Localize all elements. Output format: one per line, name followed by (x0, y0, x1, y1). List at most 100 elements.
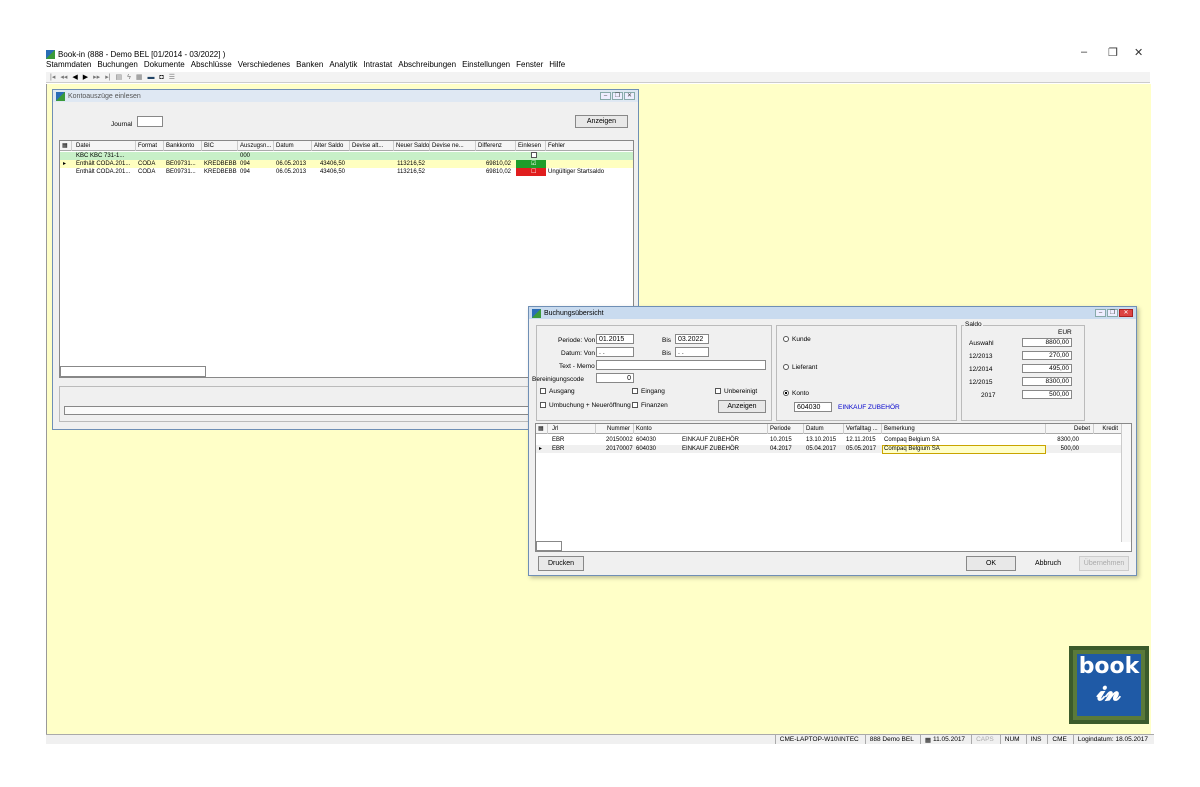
column-header[interactable]: Datum (274, 141, 312, 151)
column-header[interactable]: Neuer Saldo (394, 141, 430, 151)
bereinigungscode-input[interactable]: 0 (596, 373, 634, 383)
anzeigen-button[interactable]: Anzeigen (575, 115, 628, 128)
menu-item-10[interactable]: Fenster (516, 60, 543, 72)
drucken-button[interactable]: Drucken (538, 556, 584, 571)
datum-bis-input[interactable]: . . (675, 347, 709, 357)
menu-item-4[interactable]: Verschiedenes (238, 60, 290, 72)
cell-differenz: 69810,02 (485, 169, 511, 175)
einlesen-error-checkbox[interactable]: ☐ (516, 168, 546, 176)
menu-item-0[interactable]: Stammdaten (46, 60, 91, 72)
column-header[interactable]: Format (136, 141, 164, 151)
vertical-scrollbar[interactable] (1121, 424, 1131, 542)
column-header[interactable]: Einlesen (516, 141, 546, 151)
window-close-icon[interactable]: ✕ (1119, 309, 1133, 317)
list-icon[interactable]: ☰ (169, 73, 175, 81)
monitor-icon[interactable]: ▬ (148, 74, 155, 81)
table-row[interactable]: EBR 20150002 604030 EINKAUF ZUBEHÖR 10.2015 1… (536, 436, 1131, 444)
menu-item-8[interactable]: Abschreibungen (398, 60, 456, 72)
table-row[interactable]: KBC KBC 731-1... 000 (60, 152, 633, 160)
unbereinigt-checkbox[interactable]: Unbereinigt (715, 388, 757, 395)
abbruch-button[interactable]: Abbruch (1024, 556, 1072, 571)
cell-konto_name: EINKAUF ZUBEHÖR (682, 437, 740, 443)
status-datum-cell: ▦ 11.05.2017 (919, 735, 969, 744)
first-record-icon[interactable]: |◂ (50, 73, 55, 81)
window-icon (532, 308, 541, 318)
calculator-icon[interactable]: ▦ (136, 73, 143, 81)
column-header[interactable]: Devise alt... (350, 141, 394, 151)
column-header[interactable]: Kredit (1094, 424, 1122, 434)
cell-verfall: 12.11.2015 (846, 437, 876, 443)
window-restore-icon[interactable]: ❐ (1107, 309, 1118, 317)
column-header[interactable]: Devise ne... (430, 141, 476, 151)
periode-bis-input[interactable]: 03.2022 (675, 334, 709, 344)
next-page-icon[interactable]: ▸▸ (93, 73, 100, 81)
lieferant-radio[interactable]: Lieferant (783, 364, 817, 371)
document-icon[interactable]: ▤ (116, 73, 123, 81)
window-restore-icon[interactable]: ❐ (612, 92, 623, 100)
table-row[interactable]: ▸ Enthält CODA.201... CODA BE09731... KREDBE… (60, 160, 633, 168)
menu-item-6[interactable]: Analytik (329, 60, 357, 72)
minimize-icon[interactable]: – (1081, 46, 1087, 58)
lightning-icon[interactable]: ϟ (127, 74, 131, 81)
ok-button[interactable]: OK (966, 556, 1016, 571)
kontoauszuege-titlebar[interactable]: Kontoauszüge einlesen – ❐ ✕ (53, 90, 638, 102)
finanzen-checkbox[interactable]: Finanzen (632, 402, 668, 409)
ausgang-checkbox[interactable]: Ausgang (540, 388, 575, 395)
column-header[interactable]: Bemerkung (882, 424, 1046, 434)
eingang-checkbox[interactable]: Eingang (632, 388, 665, 395)
einlesen-ok-checkbox[interactable]: ☑ (516, 160, 546, 168)
text-memo-input[interactable] (596, 360, 766, 370)
menu-item-3[interactable]: Abschlüsse (191, 60, 232, 72)
column-header[interactable]: Bankkonto (164, 141, 202, 151)
einlesen-checkbox[interactable] (516, 152, 546, 160)
table-row[interactable]: ▸ EBR 20170007 604030 EINKAUF ZUBEHÖR 04.2017… (536, 445, 1131, 454)
column-header[interactable]: Differenz (476, 141, 516, 151)
journal-input[interactable] (137, 116, 163, 127)
anzeigen-button[interactable]: Anzeigen (718, 400, 766, 413)
table-row[interactable]: Enthält CODA.201... CODA BE09731... KREDBEB… (60, 168, 633, 176)
prev-icon[interactable]: ◀ (72, 73, 77, 81)
grid-settings-icon[interactable]: ▦ (536, 424, 548, 434)
column-header[interactable]: Datei (74, 141, 136, 151)
column-header[interactable]: Jrl (550, 424, 596, 434)
menu-item-9[interactable]: Einstellungen (462, 60, 510, 72)
umbuchung-checkbox[interactable]: Umbuchung + Neueröffnung (540, 402, 631, 409)
column-header[interactable]: Periode (768, 424, 804, 434)
horizontal-scrollbar[interactable] (536, 541, 562, 551)
last-record-icon[interactable]: ▸| (105, 73, 110, 81)
kunde-radio[interactable]: Kunde (783, 336, 811, 343)
konto-radio[interactable]: Konto (783, 390, 809, 397)
window-close-icon[interactable]: ✕ (624, 92, 635, 100)
column-header[interactable]: Datum (804, 424, 844, 434)
datum-von-input[interactable]: . . (596, 347, 634, 357)
saldo-row-value: 270,00 (1022, 351, 1072, 360)
menu-item-2[interactable]: Dokumente (144, 60, 185, 72)
column-header[interactable]: Konto (634, 424, 768, 434)
column-header[interactable]: BIC (202, 141, 238, 151)
window-minimize-icon[interactable]: – (1095, 309, 1106, 317)
column-header[interactable]: Fehler (546, 141, 633, 151)
periode-von-input[interactable]: 01.2015 (596, 334, 634, 344)
window-minimize-icon[interactable]: – (600, 92, 611, 100)
column-header[interactable]: Alter Saldo (312, 141, 350, 151)
next-icon[interactable]: ▶ (83, 73, 88, 81)
grid-settings-icon[interactable]: ▦ (60, 141, 72, 151)
column-header[interactable]: Auszugsn... (238, 141, 274, 151)
bereinigungscode-label: Bereinigungscode (532, 376, 585, 383)
restore-icon[interactable]: ❐ (1108, 46, 1118, 59)
menu-item-5[interactable]: Banken (296, 60, 323, 72)
uebernehmen-button[interactable]: Übernehmen (1079, 556, 1129, 571)
menu-item-7[interactable]: Intrastat (363, 60, 392, 72)
buchung-titlebar[interactable]: Buchungsübersicht – ❐ ✕ (529, 307, 1136, 319)
konto-number-input[interactable]: 604030 (794, 402, 832, 412)
column-header[interactable]: Verfalltag ... (844, 424, 882, 434)
save-icon[interactable]: ◘ (160, 74, 164, 81)
close-icon[interactable]: ✕ (1134, 46, 1143, 59)
column-header[interactable]: Debet (1046, 424, 1094, 434)
horizontal-scrollbar[interactable] (60, 366, 206, 377)
menu-item-11[interactable]: Hilfe (549, 60, 565, 72)
lieferant-label: Lieferant (792, 364, 818, 371)
prev-page-icon[interactable]: ◂◂ (60, 73, 67, 81)
column-header[interactable]: Nummer (596, 424, 634, 434)
menu-item-1[interactable]: Buchungen (97, 60, 137, 72)
